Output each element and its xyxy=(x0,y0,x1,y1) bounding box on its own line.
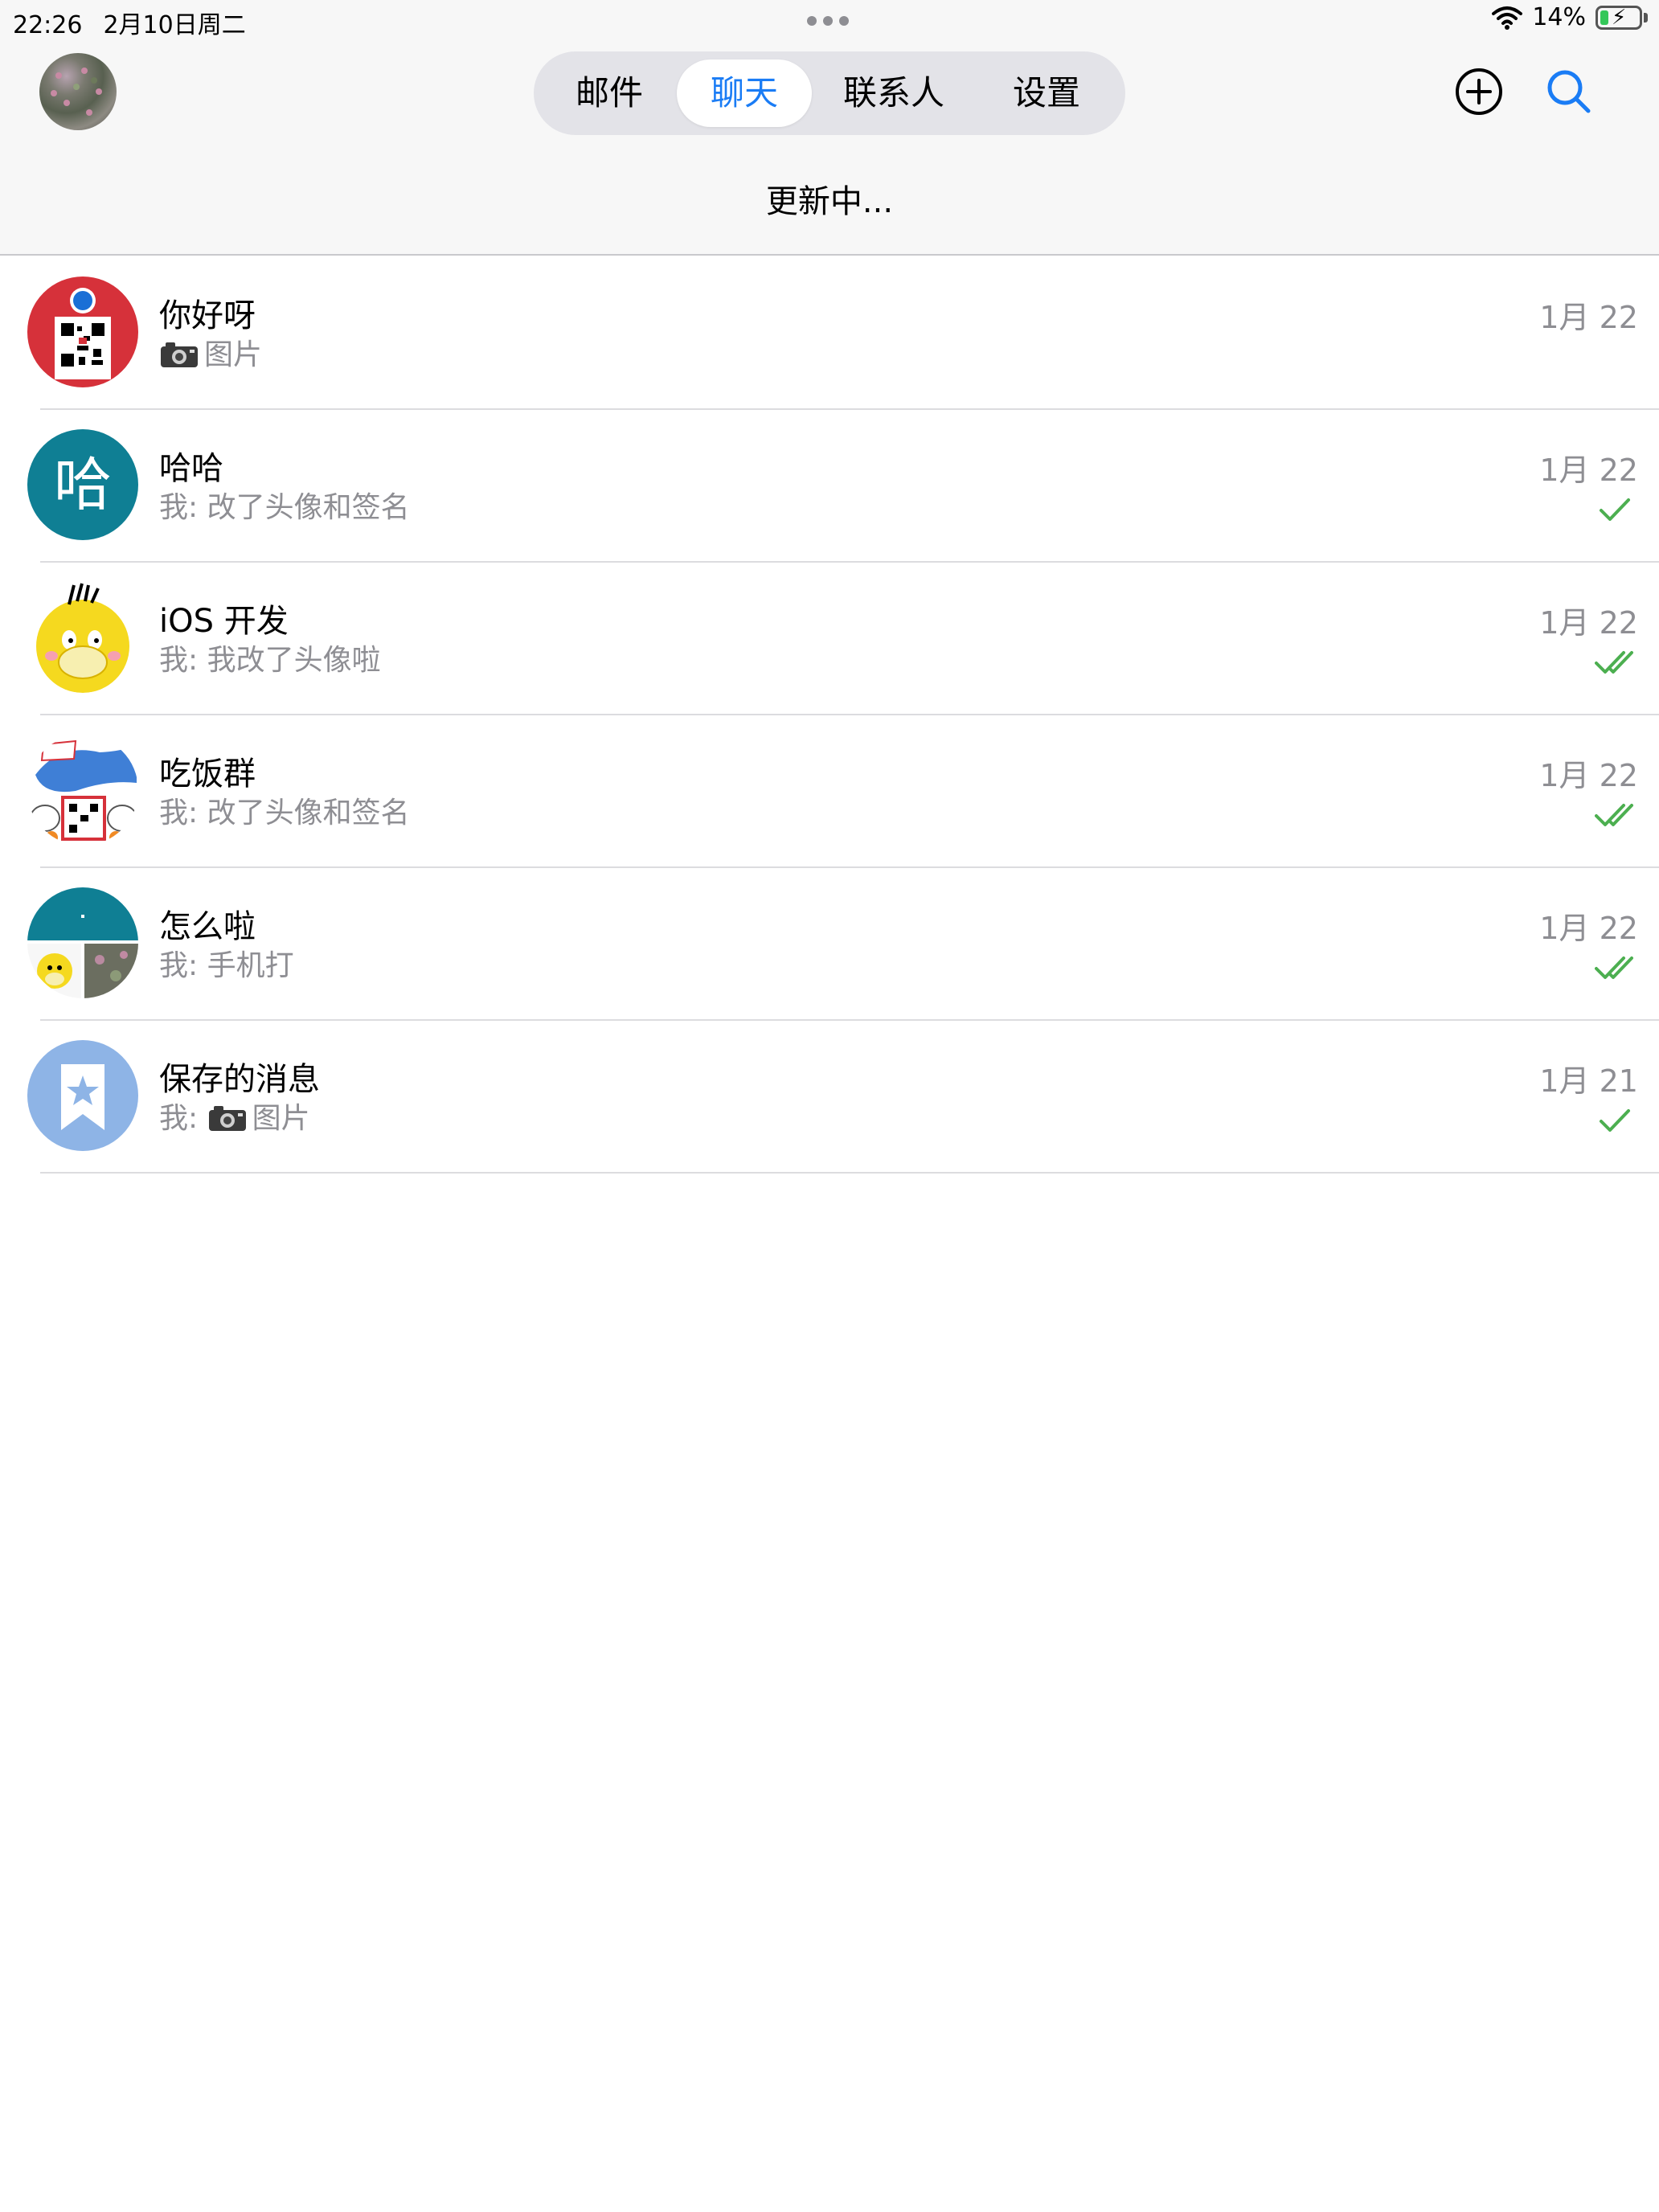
chat-time: 1月 22 xyxy=(1539,453,1638,488)
tab-chats[interactable]: 聊天 xyxy=(677,59,812,127)
chat-preview: 图片 xyxy=(159,331,262,373)
chat-title: 怎么啦 xyxy=(159,908,256,945)
camera-icon xyxy=(208,1106,246,1131)
chat-preview-text: 图片 xyxy=(204,338,263,371)
read-double-check-icon xyxy=(1595,956,1633,979)
updating-status: 更新中... xyxy=(765,183,894,220)
sent-check-icon xyxy=(1600,498,1630,521)
status-bar-right: 14% ⚡ xyxy=(1492,3,1648,31)
chat-row[interactable]: 哈 哈哈 我: 改了头像和签名 1月 22 xyxy=(0,410,1659,563)
chat-title: 吃饭群 xyxy=(159,756,256,793)
chat-preview: 我: 手机打 xyxy=(159,942,294,984)
chat-list: 你好呀 图片 1月 22 哈 哈哈 我: 改了头像和签名 1月 22 iOS 开… xyxy=(0,257,1659,1174)
status-time: 22:26 xyxy=(13,11,83,39)
battery-percent: 14% xyxy=(1532,3,1586,31)
read-double-check-icon xyxy=(1595,651,1633,674)
profile-avatar[interactable] xyxy=(39,53,117,130)
chat-row[interactable]: 保存的消息 我: 图片 1月 21 xyxy=(0,1021,1659,1174)
chat-avatar xyxy=(27,582,138,693)
chat-preview-sender: 我: xyxy=(159,1102,207,1135)
chat-title: 保存的消息 xyxy=(159,1061,320,1098)
chat-avatar xyxy=(27,887,138,998)
chat-preview-sender: 我: xyxy=(159,797,207,830)
chat-avatar xyxy=(27,276,138,387)
chat-row[interactable]: 怎么啦 我: 手机打 1月 22 xyxy=(0,868,1659,1021)
status-date: 2月10日周二 xyxy=(103,11,246,39)
wifi-icon xyxy=(1492,6,1523,30)
chat-preview-text: 图片 xyxy=(252,1102,310,1135)
chat-preview-text: 手机打 xyxy=(207,949,294,982)
chat-title: 哈哈 xyxy=(159,450,223,487)
navigation-header: 22:26 2月10日周二 14% ⚡ 邮件 聊天 联系人 设置 更新中... xyxy=(0,0,1659,256)
sent-check-icon xyxy=(1600,1109,1630,1132)
read-double-check-icon xyxy=(1595,804,1633,826)
chat-preview: 我: 图片 xyxy=(159,1095,310,1137)
chat-preview-text: 改了头像和签名 xyxy=(207,797,410,830)
add-circle-icon[interactable] xyxy=(1453,66,1505,117)
chat-time: 1月 22 xyxy=(1539,300,1638,335)
chat-time: 1月 21 xyxy=(1539,1063,1638,1099)
chat-title: 你好呀 xyxy=(159,297,256,334)
tab-segmented-control: 邮件 聊天 联系人 设置 xyxy=(534,51,1125,135)
tab-contacts[interactable]: 联系人 xyxy=(812,59,976,127)
chat-row[interactable]: 吃饭群 我: 改了头像和签名 1月 22 xyxy=(0,715,1659,868)
multitasking-dots-icon[interactable] xyxy=(807,16,849,26)
search-icon[interactable] xyxy=(1543,66,1595,117)
chat-preview: 我: 改了头像和签名 xyxy=(159,484,410,526)
chat-avatar xyxy=(27,1040,138,1151)
chat-avatar xyxy=(27,735,138,846)
chat-preview-sender: 我: xyxy=(159,644,207,677)
chat-title: iOS 开发 xyxy=(159,603,289,640)
bookmark-icon xyxy=(61,1064,104,1130)
chat-preview-text: 改了头像和签名 xyxy=(207,491,410,524)
chat-avatar: 哈 xyxy=(27,429,138,540)
status-bar-left: 22:26 2月10日周二 xyxy=(13,5,267,40)
chat-preview: 我: 我改了头像啦 xyxy=(159,637,381,678)
chat-preview: 我: 改了头像和签名 xyxy=(159,789,410,831)
chat-row[interactable]: 你好呀 图片 1月 22 xyxy=(0,257,1659,410)
chat-row[interactable]: iOS 开发 我: 我改了头像啦 1月 22 xyxy=(0,563,1659,715)
camera-icon xyxy=(161,342,198,367)
battery-icon: ⚡ xyxy=(1596,5,1642,30)
tab-settings[interactable]: 设置 xyxy=(976,59,1117,127)
chat-preview-sender: 我: xyxy=(159,491,207,524)
chat-preview-text: 我改了头像啦 xyxy=(207,644,381,677)
chat-time: 1月 22 xyxy=(1539,758,1638,793)
chat-time: 1月 22 xyxy=(1539,911,1638,946)
chat-preview-sender: 我: xyxy=(159,949,207,982)
chat-time: 1月 22 xyxy=(1539,605,1638,641)
tab-mail[interactable]: 邮件 xyxy=(542,59,677,127)
